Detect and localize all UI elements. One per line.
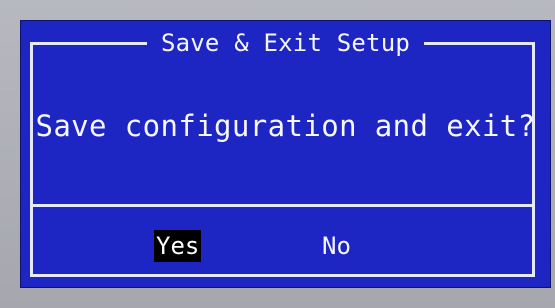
yes-option[interactable]: Yes: [154, 230, 202, 262]
no-option[interactable]: No: [320, 230, 353, 262]
dialog-separator: [30, 204, 535, 207]
bios-screen: Save & Exit Setup Save configuration and…: [0, 0, 555, 308]
dialog-options: Yes No: [20, 230, 551, 266]
dialog-prompt: Save configuration and exit?: [35, 109, 536, 143]
save-exit-dialog: Save & Exit Setup Save configuration and…: [20, 20, 551, 288]
